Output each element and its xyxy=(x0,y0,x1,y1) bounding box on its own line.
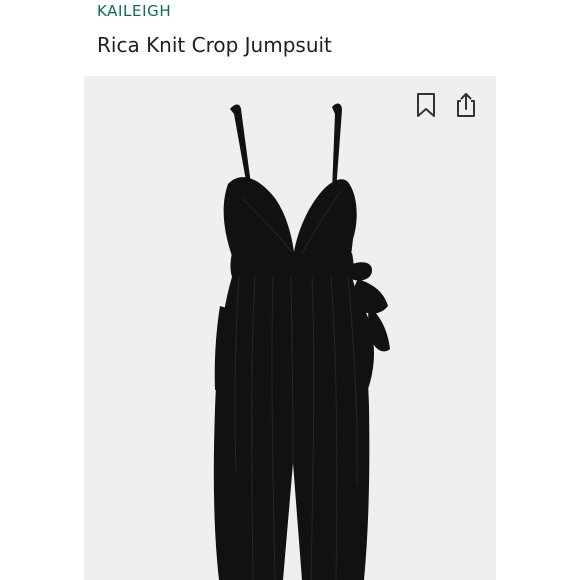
bodice xyxy=(223,177,357,256)
product-image-area xyxy=(84,76,496,580)
brand-name[interactable]: KAILEIGH xyxy=(97,2,171,20)
jumpsuit-image xyxy=(213,103,390,580)
tie-knot xyxy=(348,262,372,281)
share-icon[interactable] xyxy=(453,91,479,119)
product-screen: KAILEIGH Rica Knit Crop Jumpsuit xyxy=(0,0,580,580)
left-background xyxy=(0,0,84,580)
right-background xyxy=(496,0,580,580)
bookmark-icon-graphic xyxy=(417,93,435,117)
product-title: Rica Knit Crop Jumpsuit xyxy=(97,33,332,57)
share-icon-graphic xyxy=(457,93,475,117)
product-header: KAILEIGH Rica Knit Crop Jumpsuit xyxy=(84,0,496,76)
product-panel: KAILEIGH Rica Knit Crop Jumpsuit xyxy=(84,0,496,580)
right-strap xyxy=(332,103,342,191)
waistband xyxy=(230,253,354,277)
bookmark-icon[interactable] xyxy=(413,91,439,119)
